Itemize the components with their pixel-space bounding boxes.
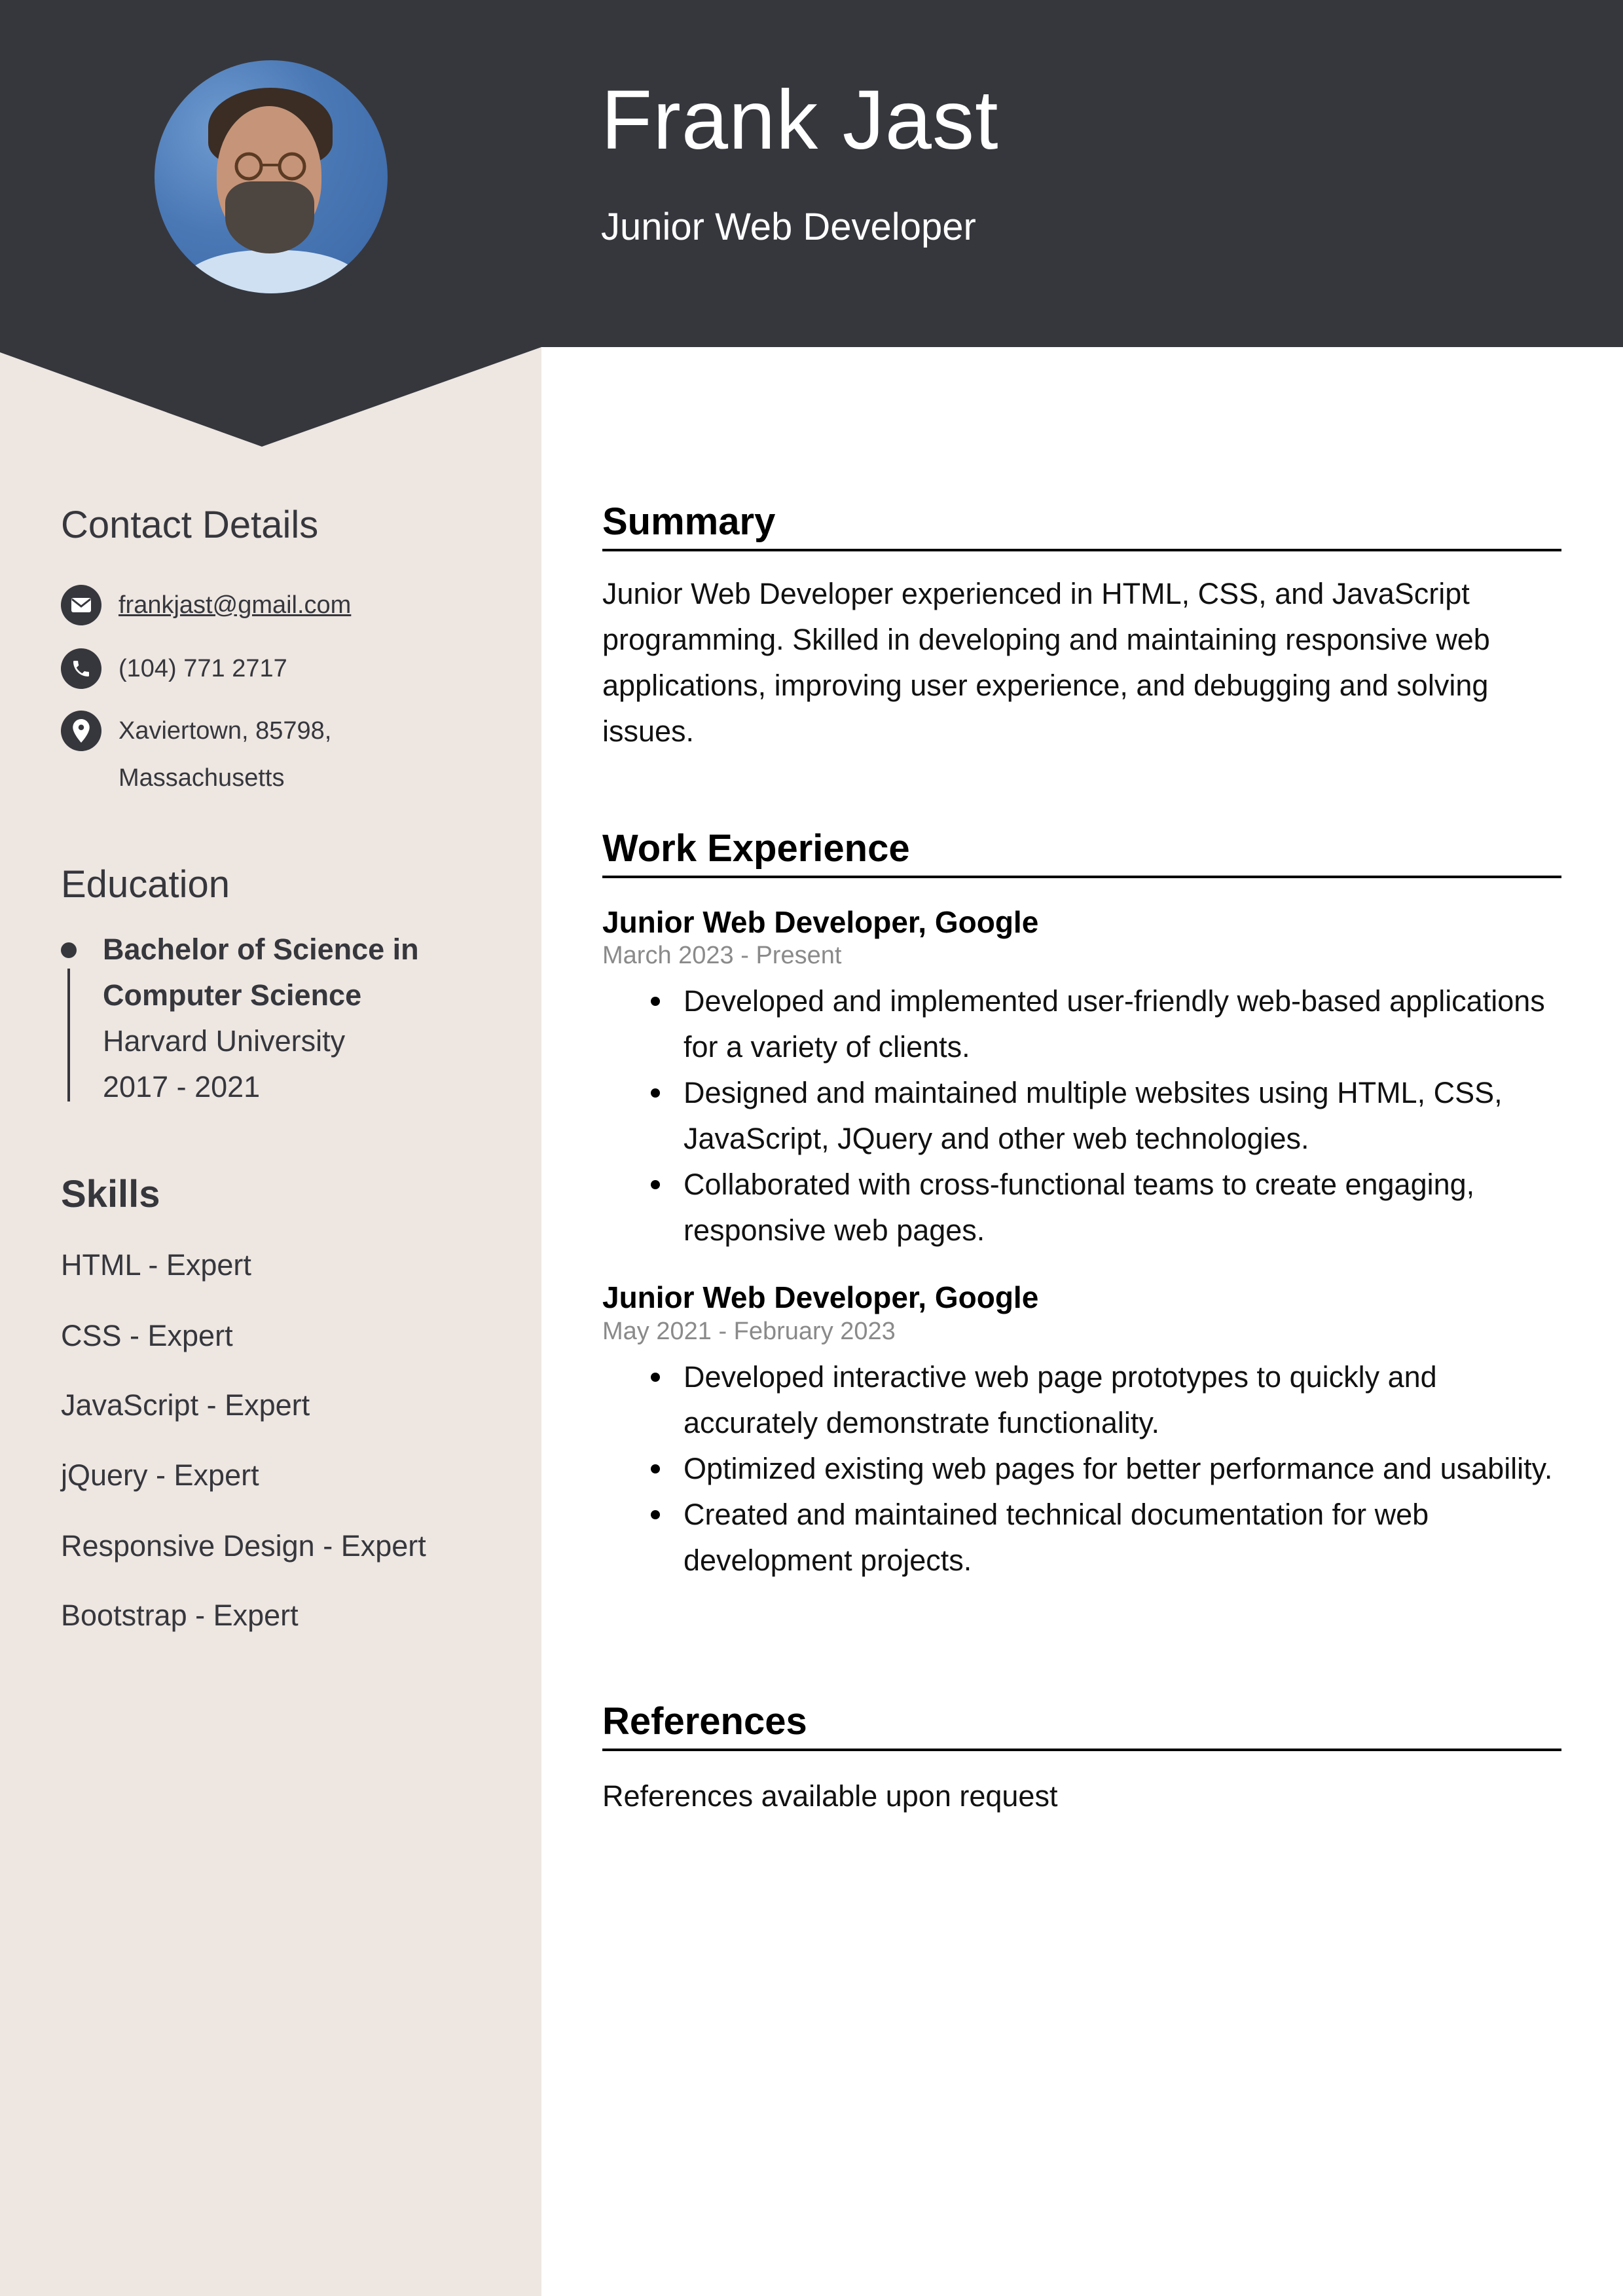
candidate-role: Junior Web Developer [601, 206, 976, 248]
photo-beard [225, 181, 314, 253]
job-bullets: Developed and implemented user-friendly … [651, 978, 1561, 1253]
work-divider [602, 876, 1561, 878]
phone-number: (104) 771 2717 [119, 655, 287, 682]
skill-item: HTML - Expert [61, 1248, 251, 1282]
job-bullet: Designed and maintained multiple website… [651, 1070, 1561, 1162]
summary-divider [602, 549, 1561, 551]
job-dates: March 2023 - Present [602, 942, 842, 969]
profile-photo [155, 60, 388, 293]
photo-shirt [181, 250, 364, 293]
job-bullet: Developed interactive web page prototype… [651, 1354, 1561, 1446]
header-chevron [0, 347, 541, 447]
references-divider [602, 1749, 1561, 1751]
contact-address: Xaviertown, 85798, Massachusetts [61, 711, 331, 802]
job-bullet: Collaborated with cross-functional teams… [651, 1162, 1561, 1253]
education-degree: Bachelor of Science in Computer Science [103, 933, 419, 1012]
timeline-dot [61, 942, 77, 958]
job-bullet: Developed and implemented user-friendly … [651, 978, 1561, 1070]
education-heading: Education [61, 863, 230, 906]
envelope-icon [61, 585, 101, 625]
skill-item: JavaScript - Expert [61, 1388, 310, 1422]
education-years: 2017 - 2021 [103, 1070, 261, 1103]
skill-item: CSS - Expert [61, 1319, 233, 1352]
contact-email[interactable]: frankjast@gmail.com [61, 585, 351, 629]
summary-text: Junior Web Developer experienced in HTML… [602, 577, 1490, 748]
job-dates: May 2021 - February 2023 [602, 1318, 896, 1345]
job-title: Junior Web Developer, Google [602, 905, 1039, 939]
photo-glasses [234, 152, 306, 181]
summary-heading: Summary [602, 500, 776, 543]
job-bullet: Created and maintained technical documen… [651, 1492, 1561, 1583]
job-bullet: Optimized existing web pages for better … [651, 1446, 1561, 1492]
timeline-line [67, 969, 70, 1102]
education-school: Harvard University [103, 1024, 346, 1058]
work-heading: Work Experience [602, 827, 910, 870]
references-text: References available upon request [602, 1779, 1058, 1813]
skill-item: Bootstrap - Expert [61, 1599, 299, 1632]
skill-item: jQuery - Expert [61, 1458, 259, 1492]
email-link[interactable]: frankjast@gmail.com [119, 582, 351, 629]
skill-item: Responsive Design - Expert [61, 1529, 426, 1563]
job-title: Junior Web Developer, Google [602, 1280, 1039, 1314]
contact-heading: Contact Details [61, 504, 319, 546]
skills-heading: Skills [61, 1173, 160, 1215]
address-line-1: Xaviertown, 85798, [119, 717, 332, 745]
contact-phone: (104) 771 2717 [61, 648, 287, 692]
job-bullets: Developed interactive web page prototype… [651, 1354, 1561, 1583]
address-text: Xaviertown, 85798, Massachusetts [119, 707, 331, 802]
map-pin-icon [61, 711, 101, 751]
candidate-name: Frank Jast [601, 73, 999, 167]
address-line-2: Massachusetts [119, 764, 285, 792]
phone-icon [61, 648, 101, 689]
references-heading: References [602, 1700, 807, 1743]
